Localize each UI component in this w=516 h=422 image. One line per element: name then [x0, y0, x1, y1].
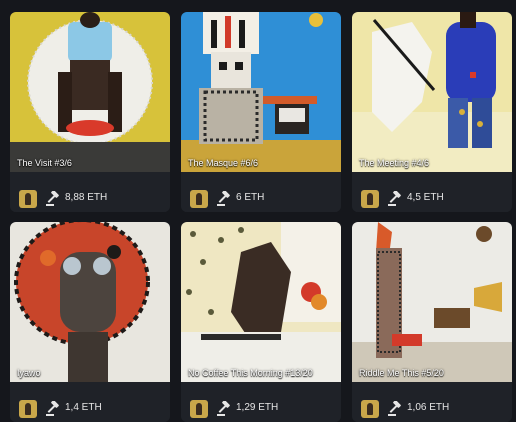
- card-title: Riddle Me This #5/20: [359, 368, 444, 378]
- gavel-icon: [217, 401, 230, 416]
- artist-avatar-icon[interactable]: [361, 190, 379, 208]
- gavel-icon: [388, 191, 401, 206]
- artwork-image[interactable]: [10, 12, 170, 172]
- artist-avatar-icon[interactable]: [361, 400, 379, 418]
- artwork-image[interactable]: [352, 12, 512, 172]
- artwork-image[interactable]: [181, 12, 341, 172]
- card-footer: 1,06 ETH: [352, 382, 512, 422]
- artist-avatar-icon[interactable]: [19, 400, 37, 418]
- price-label: 1,06 ETH: [407, 402, 450, 413]
- artist-avatar-icon[interactable]: [190, 190, 208, 208]
- artist-avatar-icon[interactable]: [190, 400, 208, 418]
- nft-card-iyawo[interactable]: Iyawo 1,4 ETH: [10, 222, 170, 422]
- artwork-image[interactable]: [352, 222, 512, 382]
- artist-avatar-icon[interactable]: [19, 190, 37, 208]
- card-title: The Visit #3/6: [17, 158, 72, 168]
- card-title: Iyawo: [17, 368, 41, 378]
- gavel-icon: [217, 191, 230, 206]
- nft-card-riddle-me-this[interactable]: Riddle Me This #5/20 1,06 ETH: [352, 222, 512, 422]
- artwork-image[interactable]: [10, 222, 170, 382]
- price-label: 1,4 ETH: [65, 402, 102, 413]
- artwork-image[interactable]: [181, 222, 341, 382]
- card-footer: 1,29 ETH: [181, 382, 341, 422]
- card-footer: 6 ETH: [181, 172, 341, 212]
- price-label: 6 ETH: [236, 192, 265, 203]
- card-footer: 4,5 ETH: [352, 172, 512, 212]
- card-title: The Masque #6/6: [188, 158, 259, 168]
- price-label: 1,29 ETH: [236, 402, 279, 413]
- gavel-icon: [388, 401, 401, 416]
- card-title: No Coffee This Morning #13/20: [188, 368, 313, 378]
- nft-card-no-coffee[interactable]: No Coffee This Morning #13/20 1,29 ETH: [181, 222, 341, 422]
- nft-card-the-masque[interactable]: The Masque #6/6 6 ETH: [181, 12, 341, 212]
- nft-grid: The Visit #3/6 8,88 ETH The Masque #6/6 …: [0, 0, 516, 422]
- nft-card-the-meeting[interactable]: The Meeting #4/6 4,5 ETH: [352, 12, 512, 212]
- price-label: 8,88 ETH: [65, 192, 108, 203]
- card-footer: 1,4 ETH: [10, 382, 170, 422]
- gavel-icon: [46, 401, 59, 416]
- nft-card-the-visit[interactable]: The Visit #3/6 8,88 ETH: [10, 12, 170, 212]
- gavel-icon: [46, 191, 59, 206]
- card-title: The Meeting #4/6: [359, 158, 430, 168]
- card-footer: 8,88 ETH: [10, 172, 170, 212]
- price-label: 4,5 ETH: [407, 192, 444, 203]
